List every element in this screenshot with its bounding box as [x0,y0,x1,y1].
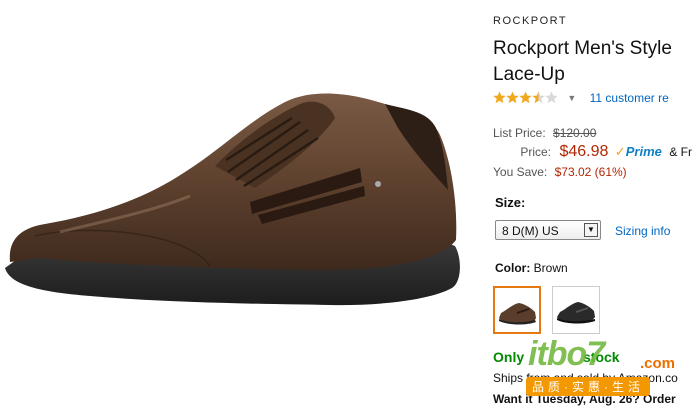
star-icon [545,91,558,104]
size-select[interactable]: 8 D(M) US ▼ [495,220,601,240]
star-icon [493,91,506,104]
list-price-value: $120.00 [553,126,597,140]
prime-badge[interactable]: ✓Prime [615,144,662,160]
star-icon [532,91,545,104]
ships-from-text: Ships from and sold by Amazon.co [493,371,678,385]
you-save-label: You Save: [493,165,548,179]
color-selected-value: Brown [533,261,568,275]
color-swatch-brown[interactable] [493,286,541,334]
price-row: Price: $46.98 ✓Prime & Fr [493,143,692,161]
brand-link[interactable]: ROCKPORT [493,15,567,27]
black-shoe-thumbnail [557,302,595,324]
prime-check-icon: ✓ [614,144,626,159]
size-label: Size: [495,195,526,210]
stock-status-end: stock [583,349,620,365]
color-row: Color: Brown [495,261,568,275]
customer-reviews-link[interactable]: 11 customer re [590,91,669,105]
color-label: Color: [495,261,531,275]
you-save-value: $73.02 (61%) [554,165,627,179]
delivery-estimate: Want it Tuesday, Aug. 26? Order [493,392,676,406]
free-shipping-text: & Fr [669,145,692,159]
list-price-row: List Price: $120.00 [493,126,596,140]
stock-status-start: Only [493,349,525,365]
prime-label: Prime [625,144,662,159]
product-image[interactable] [0,0,470,405]
size-selected-value: 8 D(M) US [502,224,559,238]
sizing-info-link[interactable]: Sizing info [615,224,670,238]
color-swatch-black[interactable] [552,286,600,334]
price-value: $46.98 [559,143,609,160]
chevron-down-icon[interactable]: ▼ [567,93,576,103]
product-title: Rockport Men's Style Lace-Up [493,38,672,85]
price-label: Price: [520,145,551,159]
star-icon [506,91,519,104]
brown-shoe-thumbnail [499,303,536,325]
rating-row: ▼ 11 customer re [493,90,669,106]
dropdown-arrow-icon[interactable]: ▼ [584,223,598,237]
watermark-domain: .com [640,355,676,372]
you-save-row: You Save: $73.02 (61%) [493,165,627,179]
list-price-label: List Price: [493,126,546,140]
star-icon [519,91,532,104]
star-rating[interactable] [493,90,558,104]
stock-status: Only stock [493,349,620,365]
